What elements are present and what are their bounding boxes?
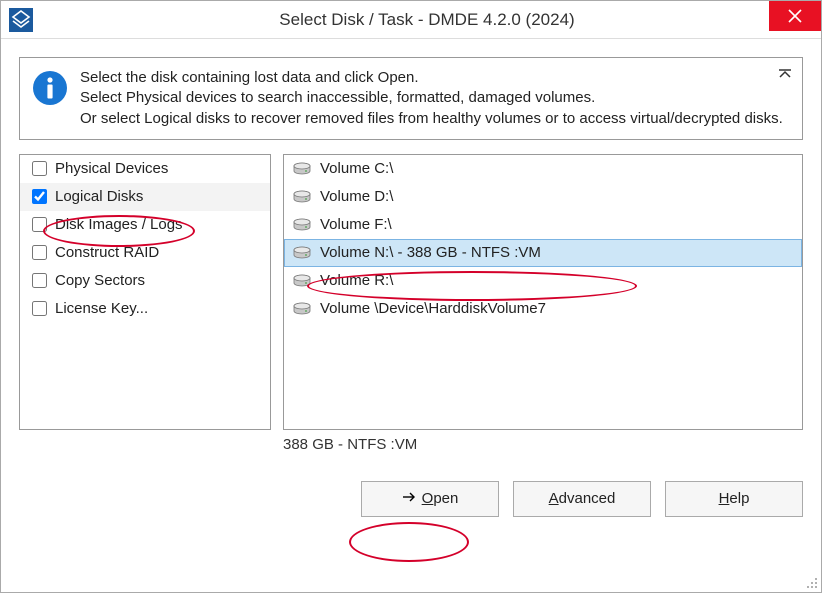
titlebar: Select Disk / Task - DMDE 4.2.0 (2024) [1, 1, 821, 39]
volume-item[interactable]: Volume C:\ [284, 155, 802, 183]
disk-icon [292, 302, 312, 316]
info-line1: Select the disk containing lost data and… [80, 68, 783, 88]
open-arrow-icon [402, 490, 416, 507]
task-item[interactable]: Disk Images / Logs [20, 211, 270, 239]
volume-item[interactable]: Volume R:\ [284, 267, 802, 295]
open-button[interactable]: Open [361, 481, 499, 517]
info-panel: Select the disk containing lost data and… [19, 57, 803, 140]
window-title: Select Disk / Task - DMDE 4.2.0 (2024) [33, 10, 821, 30]
open-label-u: O [422, 490, 434, 507]
info-line2: Select Physical devices to search inacce… [80, 88, 783, 108]
volume-item[interactable]: Volume \Device\HarddiskVolume7 [284, 295, 802, 323]
task-label: Physical Devices [55, 160, 168, 177]
task-checkbox[interactable] [32, 217, 47, 232]
volume-label: Volume R:\ [320, 272, 393, 289]
open-label-rest: pen [433, 490, 458, 507]
status-text: 388 GB - NTFS :VM [283, 436, 803, 453]
disk-icon [292, 218, 312, 232]
app-icon [9, 8, 33, 32]
task-item[interactable]: Physical Devices [20, 155, 270, 183]
dialog-window: Select Disk / Task - DMDE 4.2.0 (2024) S… [0, 0, 822, 593]
task-checkbox[interactable] [32, 301, 47, 316]
help-label-rest: elp [729, 490, 749, 507]
task-checkbox[interactable] [32, 189, 47, 204]
advanced-button[interactable]: Advanced [513, 481, 651, 517]
info-text: Select the disk containing lost data and… [80, 68, 783, 129]
info-icon [32, 70, 68, 106]
close-button[interactable] [769, 1, 821, 31]
disk-icon [292, 274, 312, 288]
task-item[interactable]: Construct RAID [20, 239, 270, 267]
volume-label: Volume N:\ - 388 GB - NTFS :VM [320, 244, 541, 261]
volume-label: Volume F:\ [320, 216, 392, 233]
volume-label: Volume \Device\HarddiskVolume7 [320, 300, 546, 317]
task-label: Logical Disks [55, 188, 143, 205]
volume-item[interactable]: Volume F:\ [284, 211, 802, 239]
help-label-u: H [719, 490, 730, 507]
task-item[interactable]: License Key... [20, 295, 270, 323]
task-label: License Key... [55, 300, 148, 317]
volume-label: Volume D:\ [320, 188, 393, 205]
task-label: Copy Sectors [55, 272, 145, 289]
volume-item[interactable]: Volume D:\ [284, 183, 802, 211]
advanced-label-u: A [549, 490, 559, 507]
task-label: Disk Images / Logs [55, 216, 183, 233]
task-item[interactable]: Copy Sectors [20, 267, 270, 295]
disk-icon [292, 190, 312, 204]
info-line3: Or select Logical disks to recover remov… [80, 109, 783, 129]
help-button[interactable]: Help [665, 481, 803, 517]
task-checkbox[interactable] [32, 273, 47, 288]
task-label: Construct RAID [55, 244, 159, 261]
disk-icon [292, 162, 312, 176]
dialog-content: Select the disk containing lost data and… [1, 39, 821, 517]
volume-list: Volume C:\ Volume D:\ Volume F:\ Volume N:\… [283, 154, 803, 430]
task-list: Physical Devices Logical Disks Disk Images… [19, 154, 271, 430]
disk-icon [292, 246, 312, 260]
volume-label: Volume C:\ [320, 160, 393, 177]
button-row: Open Advanced Help [19, 481, 803, 517]
task-checkbox[interactable] [32, 161, 47, 176]
volume-item[interactable]: Volume N:\ - 388 GB - NTFS :VM [284, 239, 802, 267]
task-checkbox[interactable] [32, 245, 47, 260]
task-item[interactable]: Logical Disks [20, 183, 270, 211]
annotation-open-button [349, 522, 469, 562]
advanced-label-rest: dvanced [559, 490, 616, 507]
panels: Physical Devices Logical Disks Disk Images… [19, 154, 803, 430]
resize-grip[interactable] [804, 575, 818, 589]
collapse-icon[interactable] [778, 66, 792, 85]
